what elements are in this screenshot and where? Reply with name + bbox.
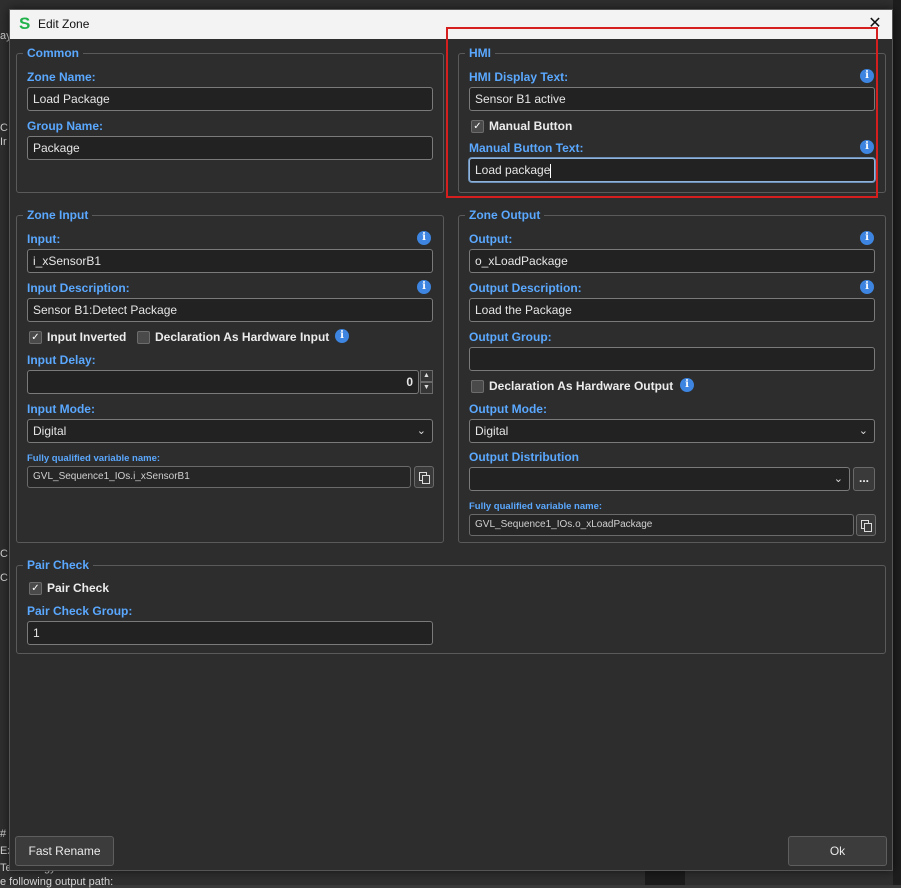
pair-check-group-label: Pair Check Group: <box>27 604 133 618</box>
output-mode-select[interactable]: Digital ⌄ <box>469 419 875 443</box>
output-distribution-label: Output Distribution <box>469 450 579 464</box>
chevron-down-icon: ⌄ <box>833 473 843 485</box>
input-mode-value: Digital <box>33 424 67 438</box>
pair-check-checkbox[interactable]: ✓ <box>29 582 42 595</box>
output-mode-value: Digital <box>475 424 509 438</box>
input-mode-label: Input Mode: <box>27 402 95 416</box>
hardware-input-label: Declaration As Hardware Input <box>155 330 330 344</box>
info-icon[interactable]: i <box>417 280 431 294</box>
output-fq-label: Fully qualified variable name: <box>469 501 603 512</box>
window-title: Edit Zone <box>38 17 90 31</box>
output-field[interactable]: o_xLoadPackage <box>469 249 875 273</box>
output-mode-label: Output Mode: <box>469 402 547 416</box>
input-delay-spinner[interactable]: ▲ ▼ <box>420 370 433 394</box>
input-fq-field[interactable]: GVL_Sequence1_IOs.i_xSensorB1 <box>27 466 411 488</box>
input-description-field[interactable]: Sensor B1:Detect Package <box>27 298 433 322</box>
group-name-input[interactable]: Package <box>27 136 433 160</box>
common-panel: Common Zone Name: Load Package Group Nam… <box>16 46 444 193</box>
background-scroll-area <box>893 0 901 885</box>
pair-check-title: Pair Check <box>23 558 94 572</box>
app-logo: S <box>19 14 31 33</box>
output-group-field[interactable] <box>469 347 875 371</box>
highlight-rectangle <box>446 27 878 198</box>
input-field[interactable]: i_xSensorB1 <box>27 249 433 273</box>
more-button[interactable]: ... <box>853 467 875 491</box>
ok-button[interactable]: Ok <box>788 836 887 866</box>
chevron-down-icon: ⌄ <box>416 425 426 437</box>
copy-icon[interactable] <box>856 514 876 536</box>
input-inverted-checkbox[interactable]: ✓ <box>29 331 42 344</box>
info-icon[interactable]: i <box>335 329 349 343</box>
input-inverted-label: Input Inverted <box>47 330 127 344</box>
spin-up-icon[interactable]: ▲ <box>420 370 433 382</box>
pair-check-group-field[interactable]: 1 <box>27 621 433 645</box>
pair-check-label: Pair Check <box>47 581 110 595</box>
zone-name-label: Zone Name: <box>27 70 96 84</box>
group-name-label: Group Name: <box>27 119 104 133</box>
background-text: C <box>0 122 8 134</box>
background-text: C <box>0 572 8 584</box>
input-delay-field[interactable]: 0 <box>27 370 419 394</box>
input-mode-select[interactable]: Digital ⌄ <box>27 419 433 443</box>
info-icon[interactable]: i <box>417 231 431 245</box>
input-label: Input: <box>27 232 61 246</box>
background-text: Ir <box>0 136 7 148</box>
background-text: # <box>0 828 7 840</box>
background-text: C <box>0 548 8 560</box>
output-group-label: Output Group: <box>469 330 552 344</box>
zone-output-panel: Zone Output Output: i o_xLoadPackage Out… <box>458 208 886 543</box>
fast-rename-button[interactable]: Fast Rename <box>15 836 114 866</box>
hardware-input-checkbox[interactable] <box>137 331 150 344</box>
zone-input-panel: Zone Input Input: i i_xSensorB1 Input De… <box>16 208 444 543</box>
info-icon[interactable]: i <box>680 378 694 392</box>
zone-output-title: Zone Output <box>465 208 545 222</box>
hardware-output-checkbox[interactable] <box>471 380 484 393</box>
input-description-label: Input Description: <box>27 281 130 295</box>
background-text: e following output path: <box>0 876 114 888</box>
info-icon[interactable]: i <box>860 280 874 294</box>
output-distribution-select[interactable]: ⌄ <box>469 467 850 491</box>
spin-down-icon[interactable]: ▼ <box>420 382 433 394</box>
zone-input-title: Zone Input <box>23 208 93 222</box>
common-title: Common <box>23 46 83 60</box>
input-fq-label: Fully qualified variable name: <box>27 453 161 464</box>
output-fq-field[interactable]: GVL_Sequence1_IOs.o_xLoadPackage <box>469 514 854 536</box>
hardware-output-label: Declaration As Hardware Output <box>489 379 674 393</box>
output-label: Output: <box>469 232 513 246</box>
zone-name-input[interactable]: Load Package <box>27 87 433 111</box>
copy-icon[interactable] <box>414 466 434 488</box>
output-description-field[interactable]: Load the Package <box>469 298 875 322</box>
output-description-label: Output Description: <box>469 281 582 295</box>
info-icon[interactable]: i <box>860 231 874 245</box>
pair-check-panel: Pair Check ✓ Pair Check Pair Check Group… <box>16 558 886 654</box>
input-delay-label: Input Delay: <box>27 353 96 367</box>
chevron-down-icon: ⌄ <box>858 425 868 437</box>
